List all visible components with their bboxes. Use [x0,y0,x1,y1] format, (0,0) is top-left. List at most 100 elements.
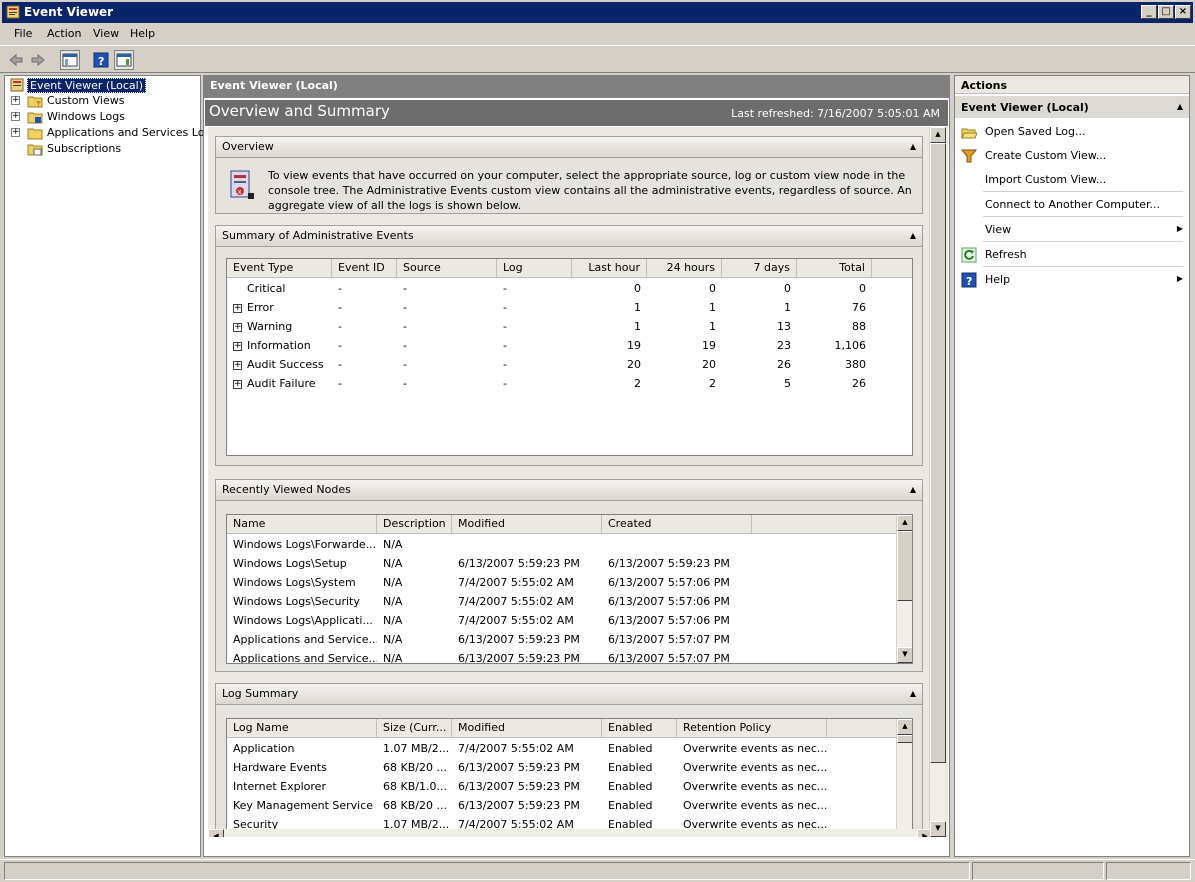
menu-action[interactable]: Action [47,27,81,40]
logsummary-row[interactable]: Hardware Events 68 KB/20 ... 6/13/2007 5:5… [227,758,896,777]
logsummary-row[interactable]: Key Management Service 68 KB/20 ... 6/13/2… [227,796,896,815]
action-import-custom-view[interactable]: Import Custom View... [955,168,1189,192]
logsummary-cell: 6/13/2007 5:59:23 PM [458,780,580,793]
col-log[interactable]: Log [497,259,572,278]
col-enabled[interactable]: Enabled [602,719,677,738]
col-modified[interactable]: Modified [452,515,602,534]
col-retention-policy[interactable]: Retention Policy [677,719,827,738]
collapse-icon[interactable]: ▲ [910,485,916,494]
col-24-hours[interactable]: 24 hours [647,259,722,278]
recent-row[interactable]: Applications and Service... N/A 6/13/2007 … [227,649,896,663]
recent-row[interactable]: Windows Logs\Security N/A 7/4/2007 5:55:02… [227,592,896,611]
collapse-icon[interactable]: ▲ [1177,102,1183,111]
cell-hour: 1 [634,301,641,314]
col-modified[interactable]: Modified [452,719,602,738]
cell-day: 1 [709,301,716,314]
center-vertical-scrollbar[interactable]: ▲ ▼ [929,127,946,837]
summary-row[interactable]: + Error - - - 1 1 1 76 [227,298,912,317]
scroll-up-arrow-icon[interactable]: ▲ [897,719,912,735]
tree-label: Applications and Services Logs [47,126,218,139]
show-hide-action-pane-button[interactable] [114,50,134,70]
tree-label: Subscriptions [47,142,122,155]
col-log-name[interactable]: Log Name [227,719,377,738]
collapse-icon[interactable]: ▲ [910,689,916,698]
summary-row[interactable]: + Information - - - 19 19 23 1,106 [227,336,912,355]
scroll-down-arrow-icon[interactable]: ▼ [930,821,946,837]
tree-node-windows-logs[interactable]: + Windows Logs [5,109,200,125]
col-size[interactable]: Size (Curr... [377,719,452,738]
scroll-down-arrow-icon[interactable]: ▼ [897,647,912,663]
scroll-thumb[interactable] [897,531,912,601]
action-open-saved-log[interactable]: Open Saved Log... [955,120,1189,144]
scroll-up-arrow-icon[interactable]: ▲ [897,515,912,531]
col-created[interactable]: Created [602,515,752,534]
summary-row[interactable]: + Warning - - - 1 1 13 88 [227,317,912,336]
expand-icon[interactable]: + [11,112,20,121]
col-total[interactable]: Total [797,259,872,278]
maximize-button[interactable]: □ [1158,5,1174,19]
menu-file[interactable]: File [14,27,32,40]
expand-icon[interactable]: + [11,96,20,105]
col-event-id[interactable]: Event ID [332,259,397,278]
summary-table: Event Type Event ID Source Log Last hour… [226,258,913,456]
recent-row[interactable]: Windows Logs\Applicati... N/A 7/4/2007 5:5… [227,611,896,630]
col-7-days[interactable]: 7 days [722,259,797,278]
menu-help[interactable]: Help [130,27,155,40]
action-create-custom-view[interactable]: Create Custom View... [955,144,1189,168]
col-source[interactable]: Source [397,259,497,278]
scroll-left-arrow-icon[interactable]: ◀ [208,829,224,837]
recent-nodes-section-header[interactable]: Recently Viewed Nodes ▲ [216,480,922,501]
action-view[interactable]: View ▶ [955,218,1189,242]
summary-row[interactable]: + Audit Success - - - 20 20 26 380 [227,355,912,374]
tree-node-subscriptions[interactable]: Subscriptions [5,141,200,157]
tree-node-event-viewer-local[interactable]: Event Viewer (Local) [5,77,200,93]
summary-row[interactable]: + Audit Failure - - - 2 2 5 26 [227,374,912,393]
expand-icon[interactable]: + [233,303,242,313]
submenu-arrow-icon: ▶ [1176,274,1183,283]
expand-icon[interactable]: + [233,322,242,332]
recent-row[interactable]: Applications and Service... N/A 6/13/2007 … [227,630,896,649]
collapse-icon[interactable]: ▲ [910,231,916,240]
recent-row[interactable]: Windows Logs\Setup N/A 6/13/2007 5:59:23 P… [227,554,896,573]
summary-section-header[interactable]: Summary of Administrative Events ▲ [216,226,922,247]
recent-vertical-scrollbar[interactable]: ▲ ▼ [896,515,912,663]
scroll-thumb[interactable] [897,735,912,743]
actions-pane: Actions Event Viewer (Local) ▲ Open Save… [954,75,1190,857]
log-summary-section-header[interactable]: Log Summary ▲ [216,684,922,705]
center-pane: Event Viewer (Local) Overview and Summar… [203,75,950,857]
scroll-up-arrow-icon[interactable]: ▲ [930,127,946,143]
collapse-icon[interactable]: ▲ [910,142,916,151]
expand-icon[interactable]: + [233,379,242,389]
expand-icon[interactable]: + [11,128,20,137]
tree-node-applications-and-services-logs[interactable]: + Applications and Services Logs [5,125,217,141]
overview-section-header[interactable]: Overview ▲ [216,137,922,158]
scroll-thumb[interactable] [930,143,946,763]
horizontal-scrollbar[interactable]: ◀ ▶ [208,829,933,837]
expand-icon[interactable]: + [233,360,242,370]
recent-row[interactable]: Windows Logs\Forwarde... N/A [227,535,896,554]
expand-icon[interactable]: + [233,341,242,351]
menu-view[interactable]: View [93,27,119,40]
col-description[interactable]: Description [377,515,452,534]
help-toolbar-button[interactable]: ? [91,50,111,70]
minimize-button[interactable]: _ [1141,5,1157,19]
recent-row[interactable]: Windows Logs\System N/A 7/4/2007 5:55:02 A… [227,573,896,592]
col-last-hour[interactable]: Last hour [572,259,647,278]
summary-row[interactable]: Critical - - - 0 0 0 0 [227,279,912,298]
tree-node-custom-views[interactable]: + Custom Views [5,93,200,109]
actions-group-header[interactable]: Event Viewer (Local) ▲ [955,96,1189,118]
col-event-type[interactable]: Event Type [227,259,332,278]
action-refresh[interactable]: Refresh [955,243,1189,267]
action-connect-to-another-computer[interactable]: Connect to Another Computer... [955,193,1189,217]
action-help[interactable]: ? Help ▶ [955,268,1189,292]
recent-cell: 6/13/2007 5:59:23 PM [458,557,580,570]
logsummary-row[interactable]: Application 1.07 MB/2... 7/4/2007 5:55:02 … [227,739,896,758]
forward-button[interactable] [28,50,48,70]
recent-nodes-section: Recently Viewed Nodes ▲ Name Description… [215,479,923,672]
logsummary-row[interactable]: Internet Explorer 68 KB/1.0... 6/13/2007 5… [227,777,896,796]
close-button[interactable]: × [1175,5,1191,19]
log-vertical-scrollbar[interactable]: ▲ [896,719,912,837]
show-hide-console-tree-button[interactable] [60,50,80,70]
back-button[interactable] [6,50,26,70]
col-name[interactable]: Name [227,515,377,534]
